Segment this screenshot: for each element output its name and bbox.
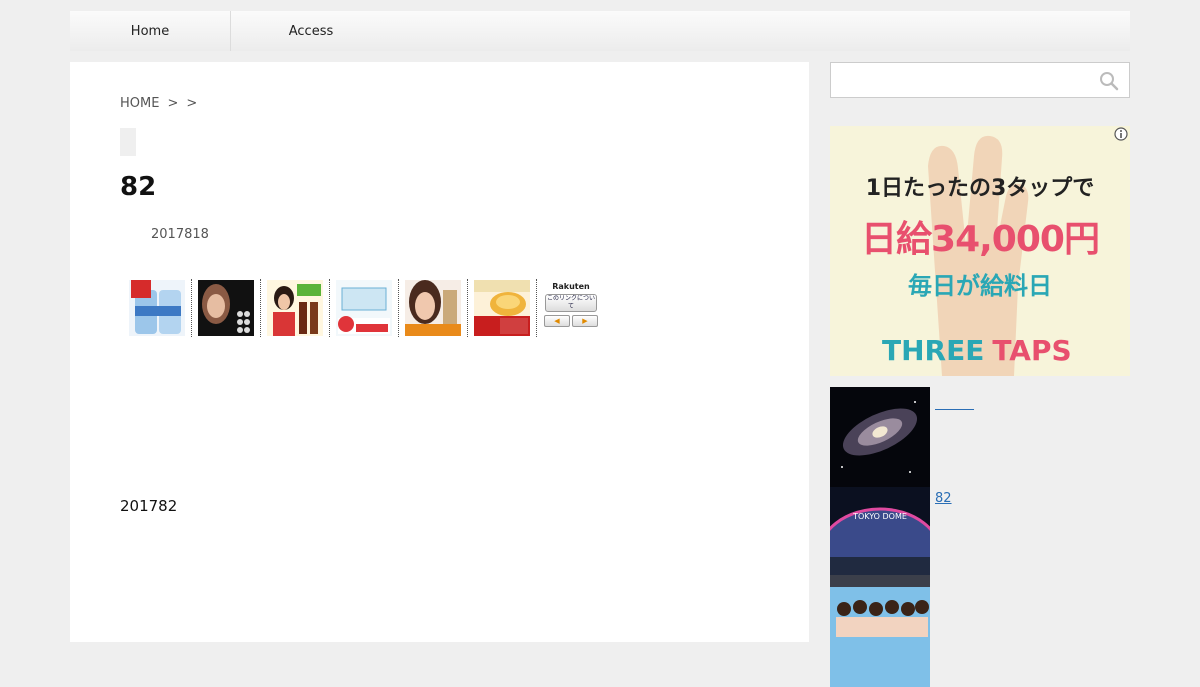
related-post-link[interactable] — [935, 393, 974, 412]
related-post[interactable] — [830, 387, 1130, 487]
rakuten-ad-strip: Rakuten このリンクについて ◀ ▶ — [123, 278, 605, 338]
ad-drink[interactable] — [267, 280, 323, 336]
global-nav: Home Access — [70, 11, 1130, 51]
main-content: HOME > > 82 2017818 Rakuten このリンクについて ◀ … — [70, 62, 809, 642]
post-date: 2017818 — [151, 227, 209, 242]
search-input[interactable] — [831, 63, 1097, 95]
logo-taps: TAPS — [992, 334, 1072, 367]
search-icon[interactable] — [1099, 71, 1119, 91]
banner-line-2: 日給34,000円 — [861, 219, 1100, 260]
rakuten-widget-controls: Rakuten このリンクについて ◀ ▶ — [543, 280, 599, 336]
ad-cosmetics[interactable] — [405, 280, 461, 336]
rakuten-about-link[interactable]: このリンクについて — [545, 294, 597, 312]
idol-group-image — [830, 587, 930, 687]
ad-ravia[interactable] — [198, 280, 254, 336]
ad-divider — [398, 279, 399, 337]
ravia-image — [198, 280, 254, 336]
logo-three: THREE — [882, 334, 985, 367]
dome-thumbnail[interactable]: TOKYO DOME — [830, 487, 930, 587]
ad-divider — [260, 279, 261, 337]
tokyo-dome-image: TOKYO DOME — [830, 487, 930, 587]
breadcrumb-home-link[interactable]: HOME — [120, 96, 159, 111]
water-bottles-image — [129, 280, 185, 336]
post-title: 82 — [120, 172, 157, 202]
ad-contact-lens[interactable] — [336, 280, 392, 336]
ad-divider — [467, 279, 468, 337]
ad-water-bottles[interactable] — [129, 280, 185, 336]
nav-access-link[interactable]: Access — [231, 11, 391, 51]
breadcrumb-separator: > — [186, 96, 198, 111]
ad-divider — [191, 279, 192, 337]
ad-info-icon[interactable] — [1114, 127, 1128, 141]
banner-line-1: 1日たったの3タップで — [865, 176, 1095, 201]
next-arrow-icon[interactable]: ▶ — [572, 315, 598, 327]
nav-home-link[interactable]: Home — [70, 11, 231, 51]
rakuten-arrows: ◀ ▶ — [543, 315, 599, 327]
breadcrumb-separator: > — [167, 96, 179, 111]
ramen-image — [474, 280, 530, 336]
drink-image — [267, 280, 323, 336]
threetaps-logo: THREE TAPS — [882, 334, 1072, 367]
category-label[interactable] — [120, 128, 136, 156]
related-post[interactable]: TOKYO DOME 82 — [830, 487, 1130, 587]
ad-divider — [536, 279, 537, 337]
dome-sign: TOKYO DOME — [852, 512, 907, 521]
ad-divider — [329, 279, 330, 337]
idol-group-thumbnail[interactable] — [830, 587, 930, 687]
breadcrumb: HOME > > — [120, 96, 197, 111]
related-post[interactable] — [830, 587, 1130, 687]
related-post-link[interactable]: 82 — [935, 491, 952, 506]
contact-lens-image — [336, 280, 392, 336]
prev-arrow-icon[interactable]: ◀ — [544, 315, 570, 327]
banner-line-3: 毎日が給料日 — [908, 272, 1052, 300]
galaxy-thumbnail[interactable] — [830, 387, 930, 487]
rakuten-logo[interactable]: Rakuten — [543, 282, 599, 291]
sidebar-ad-banner[interactable]: 1日たったの3タップで 日給34,000円 毎日が給料日 THREE TAPS — [830, 126, 1130, 376]
ad-ramen[interactable] — [474, 280, 530, 336]
galaxy-image — [830, 387, 930, 487]
search-box — [830, 62, 1130, 98]
post-body: 201782 — [120, 497, 178, 515]
cosmetics-image — [405, 280, 461, 336]
